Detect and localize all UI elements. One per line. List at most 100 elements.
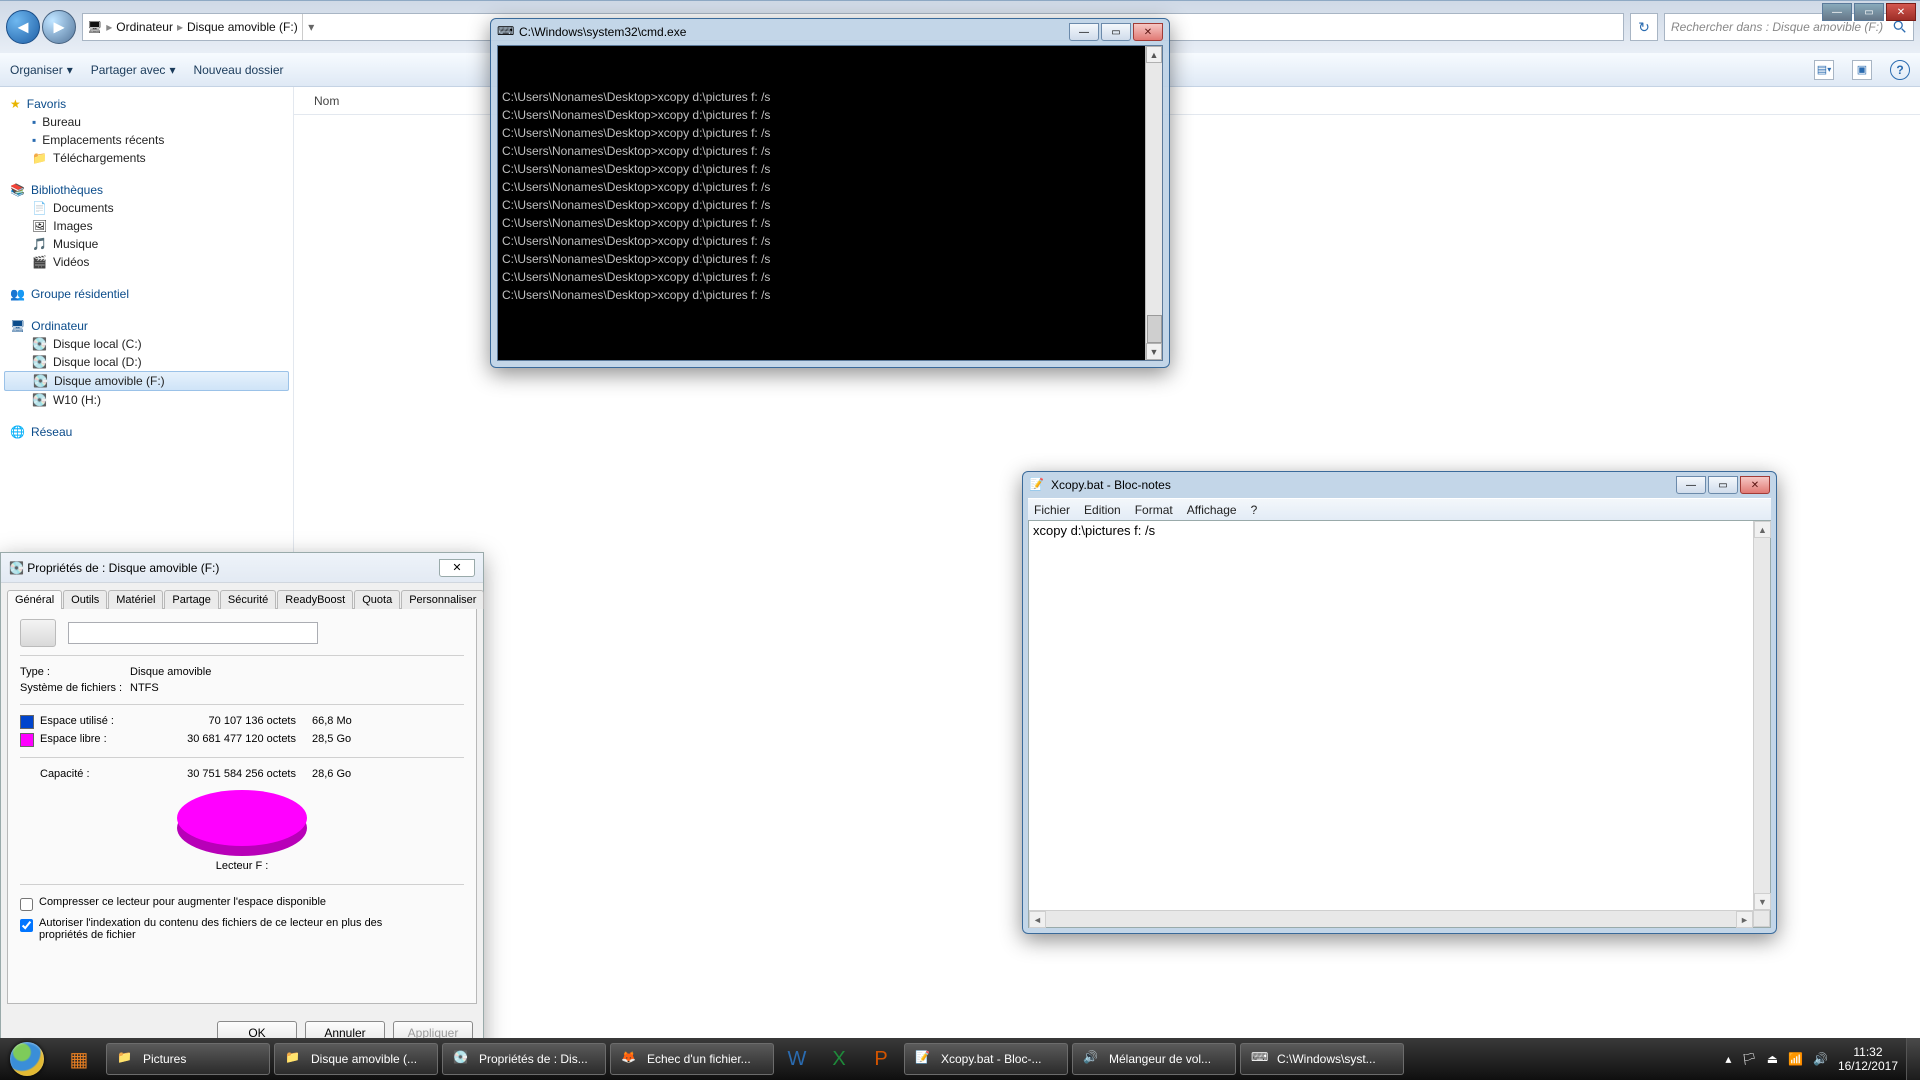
menu-help[interactable]: ? — [1251, 503, 1258, 517]
breadcrumb-computer[interactable]: Ordinateur — [116, 20, 173, 34]
taskbar-item-excel[interactable]: X — [818, 1048, 860, 1071]
nav-group-computer[interactable]: 🖥Ordinateur — [4, 317, 289, 335]
show-desktop-button[interactable] — [1906, 1038, 1920, 1080]
system-tray: ▴ 🏳 ⏏ 📶 🔊 11:32 16/12/2017 — [1717, 1045, 1906, 1073]
breadcrumb-drive[interactable]: Disque amovible (F:) — [187, 20, 298, 34]
tray-eject-icon[interactable]: ⏏ — [1767, 1052, 1778, 1066]
compress-checkbox[interactable] — [20, 898, 33, 911]
notepad-vscroll[interactable]: ▲▼ — [1753, 521, 1770, 910]
menu-format[interactable]: Format — [1135, 503, 1173, 517]
scroll-down-icon[interactable]: ▼ — [1146, 343, 1162, 360]
cmd-output[interactable]: C:\Users\Nonames\Desktop>xcopy d:\pictur… — [497, 45, 1163, 361]
resize-grip-icon[interactable] — [1753, 910, 1770, 927]
cmd-title: C:\Windows\system32\cmd.exe — [519, 25, 1067, 39]
notepad-titlebar[interactable]: 📝 Xcopy.bat - Bloc-notes — ▭ ✕ — [1023, 472, 1776, 498]
nav-group-favorites[interactable]: ★Favoris — [4, 95, 289, 113]
close-button[interactable]: ✕ — [1740, 476, 1770, 494]
taskbar-item-pictures[interactable]: 📁Pictures — [106, 1043, 270, 1075]
notepad-title: Xcopy.bat - Bloc-notes — [1051, 478, 1674, 492]
close-button[interactable]: ✕ — [439, 559, 475, 577]
index-checkbox[interactable] — [20, 919, 33, 932]
nav-group-network[interactable]: 🌐Réseau — [4, 423, 289, 441]
properties-dialog: 💽 Propriétés de : Disque amovible (F:) ✕… — [0, 552, 484, 1056]
tray-flag-icon[interactable]: 🏳 — [1741, 1052, 1756, 1066]
toolbar-share[interactable]: Partager avec ▾ — [91, 63, 176, 77]
cmd-titlebar[interactable]: ⌨ C:\Windows\system32\cmd.exe — ▭ ✕ — [491, 19, 1169, 45]
refresh-button[interactable]: ↻ — [1630, 13, 1658, 41]
tab-customize[interactable]: Personnaliser — [401, 590, 484, 609]
taskbar-item-firefox[interactable]: 🦊Echec d'un fichier... — [610, 1043, 774, 1075]
tab-readyboost[interactable]: ReadyBoost — [277, 590, 353, 609]
tab-sharing[interactable]: Partage — [164, 590, 219, 609]
free-space-swatch — [20, 733, 34, 747]
nav-item-drive-c[interactable]: 💽Disque local (C:) — [4, 335, 289, 353]
nav-forward-button[interactable]: ► — [42, 10, 76, 44]
tab-hardware[interactable]: Matériel — [108, 590, 163, 609]
view-options-button[interactable]: ▤▾ — [1814, 60, 1834, 80]
taskbar-item-notepad[interactable]: 📝Xcopy.bat - Bloc-... — [904, 1043, 1068, 1075]
nav-group-homegroup[interactable]: 👥Groupe résidentiel — [4, 285, 289, 303]
properties-titlebar[interactable]: 💽 Propriétés de : Disque amovible (F:) ✕ — [1, 553, 483, 583]
maximize-button[interactable]: ▭ — [1101, 23, 1131, 41]
nav-item-drive-h[interactable]: 💽W10 (H:) — [4, 391, 289, 409]
start-button[interactable] — [0, 1038, 54, 1080]
nav-item-recent[interactable]: ▪Emplacements récents — [4, 131, 289, 149]
properties-tabs: Général Outils Matériel Partage Sécurité… — [1, 583, 483, 608]
tab-security[interactable]: Sécurité — [220, 590, 276, 609]
toolbar-newfolder[interactable]: Nouveau dossier — [193, 63, 283, 77]
nav-item-drive-d[interactable]: 💽Disque local (D:) — [4, 353, 289, 371]
close-button[interactable]: ✕ — [1133, 23, 1163, 41]
pinned-app[interactable]: ▦ — [54, 1038, 104, 1080]
minimize-button[interactable]: — — [1822, 3, 1852, 21]
maximize-button[interactable]: ▭ — [1854, 3, 1884, 21]
disk-usage-pie-chart — [177, 790, 307, 846]
free-human: 28,5 Go — [312, 733, 351, 747]
menu-edit[interactable]: Edition — [1084, 503, 1121, 517]
tray-volume-icon[interactable]: 🔊 — [1813, 1052, 1828, 1066]
tray-chevron-icon[interactable]: ▴ — [1725, 1052, 1731, 1066]
nav-item-music[interactable]: 🎵Musique — [4, 235, 289, 253]
nav-item-desktop[interactable]: ▪Bureau — [4, 113, 289, 131]
tab-general[interactable]: Général — [7, 590, 62, 609]
minimize-button[interactable]: — — [1069, 23, 1099, 41]
cmd-window: ⌨ C:\Windows\system32\cmd.exe — ▭ ✕ C:\U… — [490, 18, 1170, 368]
taskbar-item-mixer[interactable]: 🔊Mélangeur de vol... — [1072, 1043, 1236, 1075]
nav-item-documents[interactable]: 📄Documents — [4, 199, 289, 217]
taskbar-item-explorer[interactable]: 📁Disque amovible (... — [274, 1043, 438, 1075]
cmd-scrollbar[interactable]: ▲ ▼ — [1145, 46, 1162, 360]
free-bytes: 30 681 477 120 octets — [132, 733, 312, 747]
close-button[interactable]: ✕ — [1886, 3, 1916, 21]
taskbar-item-cmd[interactable]: ⌨C:\Windows\syst... — [1240, 1043, 1404, 1075]
nav-back-button[interactable]: ◄ — [6, 10, 40, 44]
menu-file[interactable]: Fichier — [1034, 503, 1070, 517]
drive-label-input[interactable] — [68, 622, 318, 644]
capacity-bytes: 30 751 584 256 octets — [132, 768, 312, 780]
preview-pane-button[interactable]: ▣ — [1852, 60, 1872, 80]
nav-item-downloads[interactable]: 📁Téléchargements — [4, 149, 289, 167]
scroll-up-icon[interactable]: ▲ — [1146, 46, 1162, 63]
menu-view[interactable]: Affichage — [1187, 503, 1237, 517]
drive-icon — [20, 619, 56, 647]
tab-quota[interactable]: Quota — [354, 590, 400, 609]
help-icon[interactable]: ? — [1890, 60, 1910, 80]
notepad-hscroll[interactable]: ◄► — [1029, 910, 1753, 927]
scroll-thumb[interactable] — [1147, 315, 1162, 343]
taskbar-item-powerpoint[interactable]: P — [860, 1048, 902, 1071]
taskbar-item-properties[interactable]: 💽Propriétés de : Dis... — [442, 1043, 606, 1075]
nav-item-images[interactable]: 🖼Images — [4, 217, 289, 235]
nav-item-videos[interactable]: 🎬Vidéos — [4, 253, 289, 271]
taskbar-clock[interactable]: 11:32 16/12/2017 — [1838, 1045, 1898, 1073]
explorer-window-controls: — ▭ ✕ — [1820, 3, 1916, 21]
address-dropdown-icon[interactable]: ▾ — [302, 14, 320, 40]
nav-item-drive-f[interactable]: 💽Disque amovible (F:) — [4, 371, 289, 391]
nav-group-libraries[interactable]: 📚Bibliothèques — [4, 181, 289, 199]
notepad-textarea[interactable]: xcopy d:\pictures f: /s ▲▼ ◄► — [1028, 520, 1771, 928]
toolbar-organize[interactable]: Organiser ▾ — [10, 63, 73, 77]
search-icon — [1893, 20, 1907, 34]
maximize-button[interactable]: ▭ — [1708, 476, 1738, 494]
tray-network-icon[interactable]: 📶 — [1788, 1052, 1803, 1066]
minimize-button[interactable]: — — [1676, 476, 1706, 494]
computer-icon: 🖥 — [87, 20, 102, 34]
tab-tools[interactable]: Outils — [63, 590, 107, 609]
taskbar-item-word[interactable]: W — [776, 1048, 818, 1071]
